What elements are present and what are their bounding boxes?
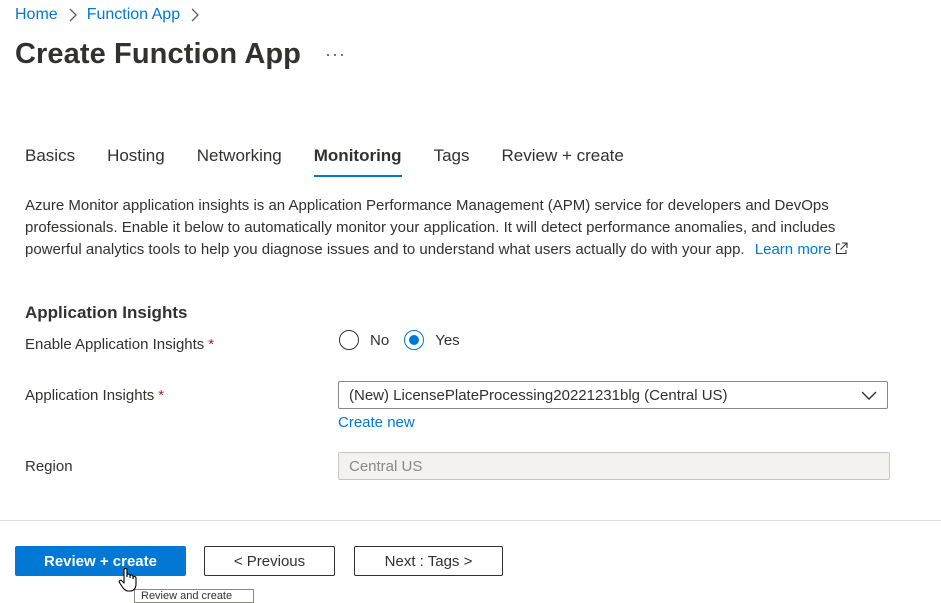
region-field: Central US: [338, 452, 890, 480]
section-title: Application Insights: [25, 303, 188, 322]
region-label: Region: [25, 458, 73, 475]
enable-insights-radio-group: No Yes: [339, 330, 475, 350]
more-options-button[interactable]: ···: [325, 44, 346, 65]
enable-insights-label-text: Enable Application Insights: [25, 336, 205, 353]
breadcrumb-function-app-link[interactable]: Function App: [87, 6, 180, 24]
tab-review-create[interactable]: Review + create: [502, 146, 624, 177]
external-link-icon: [835, 242, 848, 255]
app-insights-label: Application Insights *: [25, 387, 164, 404]
app-insights-label-text: Application Insights: [25, 387, 155, 404]
learn-more-label: Learn more: [754, 241, 832, 258]
previous-button[interactable]: < Previous: [204, 546, 335, 576]
radio-option-yes[interactable]: Yes: [404, 330, 460, 350]
required-marker: *: [158, 387, 165, 404]
tab-tags[interactable]: Tags: [434, 146, 470, 177]
region-value: Central US: [349, 457, 423, 475]
learn-more-link[interactable]: Learn more: [755, 241, 848, 258]
hand-pointer-icon: [118, 568, 137, 592]
chevron-right-icon: [69, 8, 77, 22]
radio-no[interactable]: [339, 330, 359, 350]
next-tags-button[interactable]: Next : Tags >: [354, 546, 503, 576]
radio-no-label: No: [370, 331, 390, 349]
breadcrumb-home-link[interactable]: Home: [15, 6, 58, 24]
tab-basics[interactable]: Basics: [25, 146, 75, 177]
description-text: Azure Monitor application insights is an…: [25, 197, 836, 258]
radio-option-no[interactable]: No: [339, 330, 389, 350]
footer-divider: [0, 520, 941, 521]
create-new-link[interactable]: Create new: [338, 414, 415, 431]
radio-yes[interactable]: [404, 330, 425, 350]
tab-hosting[interactable]: Hosting: [107, 146, 165, 177]
review-create-tooltip: Review and create: [134, 589, 254, 603]
monitoring-description: Azure Monitor application insights is an…: [25, 195, 885, 261]
chevron-down-icon: [861, 391, 877, 400]
radio-yes-label: Yes: [435, 331, 460, 349]
tab-bar: Basics Hosting Networking Monitoring Tag…: [25, 146, 656, 177]
required-marker: *: [208, 336, 215, 353]
page-title: Create Function App: [15, 38, 301, 70]
app-insights-selected-value: (New) LicensePlateProcessing20221231blg …: [349, 386, 728, 404]
tab-monitoring[interactable]: Monitoring: [313, 146, 402, 177]
chevron-right-icon: [191, 8, 200, 22]
breadcrumb: Home Function App: [15, 6, 209, 24]
enable-insights-label: Enable Application Insights *: [25, 336, 214, 353]
tab-networking[interactable]: Networking: [197, 146, 282, 177]
app-insights-dropdown[interactable]: (New) LicensePlateProcessing20221231blg …: [338, 381, 888, 409]
review-create-button[interactable]: Review + create: [15, 546, 186, 576]
